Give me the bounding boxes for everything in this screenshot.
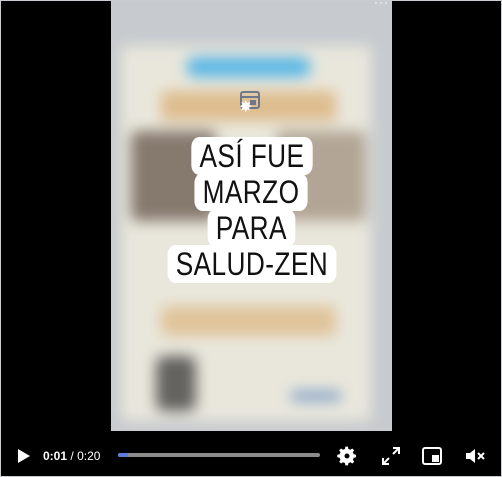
play-icon — [18, 449, 30, 463]
caption-line: MARZO — [194, 173, 309, 211]
video-frame[interactable]: ✸ ASÍ FUE MARZO PARA SALUD-ZEN — [111, 1, 392, 431]
volume-button[interactable] — [463, 444, 487, 468]
caption-line: PARA — [207, 209, 296, 247]
volume-muted-icon — [466, 449, 485, 463]
fullscreen-button[interactable] — [379, 444, 403, 468]
caption-line: SALUD-ZEN — [167, 245, 336, 283]
player-controls: 0:01 / 0:20 — [1, 431, 501, 476]
more-options-icon[interactable]: ··· — [374, 1, 389, 9]
sparkle-icon: ✸ — [239, 99, 253, 116]
picture-in-picture-icon — [422, 447, 442, 465]
play-button[interactable] — [13, 446, 33, 466]
progress-fill — [118, 453, 129, 457]
fullscreen-icon — [382, 447, 400, 465]
video-caption: ASÍ FUE MARZO PARA SALUD-ZEN — [111, 137, 392, 283]
settings-icon — [337, 446, 356, 466]
settings-button[interactable] — [335, 444, 359, 468]
picture-in-picture-button[interactable] — [420, 444, 444, 468]
current-time: 0:01 — [43, 449, 68, 463]
duration: 0:20 — [77, 449, 101, 463]
video-player[interactable]: ✸ ASÍ FUE MARZO PARA SALUD-ZEN ··· 0:01 … — [0, 0, 502, 477]
time-separator: / — [70, 449, 74, 463]
progress-bar[interactable] — [118, 453, 320, 457]
time-display: 0:01 / 0:20 — [43, 448, 100, 464]
caption-line: ASÍ FUE — [190, 137, 313, 175]
